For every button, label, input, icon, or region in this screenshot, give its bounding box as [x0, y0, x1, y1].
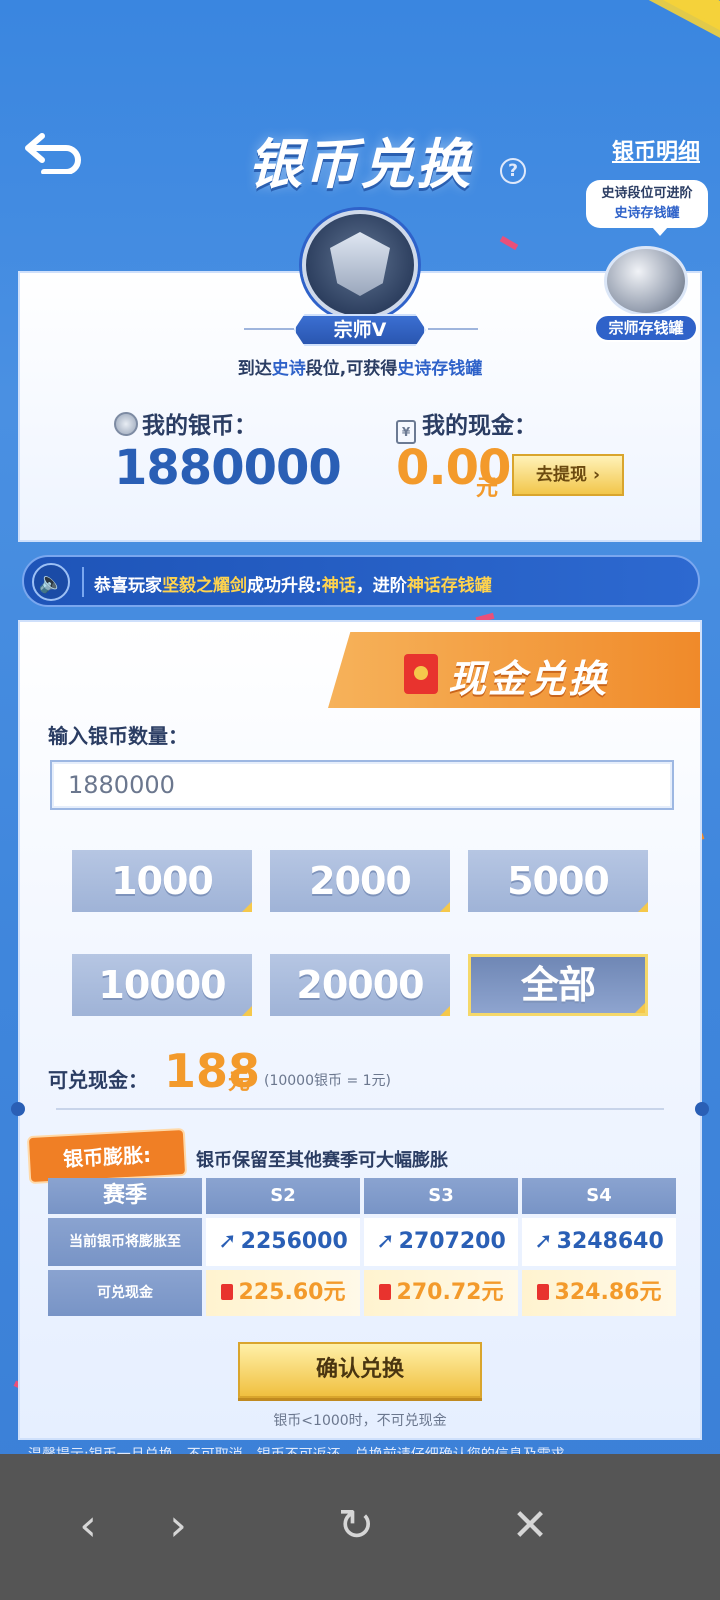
confetti-decoration [499, 235, 519, 251]
table-cell-inflated-s2: ➚ 2256000 [206, 1218, 360, 1266]
silver-label-text: 我的银币： [142, 413, 257, 439]
ticker-reward: 神话存钱罐 [406, 576, 492, 596]
amount-button-2000[interactable]: 2000 [270, 850, 450, 912]
divider-dot-left [11, 1102, 25, 1116]
speaker-icon: 🔈 [32, 563, 70, 601]
rank-name: 宗师V [294, 314, 426, 346]
inflation-badge: 银币膨胀: [26, 1127, 188, 1185]
close-icon[interactable]: ✕ [500, 1496, 560, 1556]
divider-dot-right [695, 1102, 709, 1116]
redeemable-cash-unit: 元 [228, 1070, 251, 1095]
red-packet-mini-icon [220, 1284, 233, 1300]
warm-tip-text: 温馨提示:银币一旦兑换，不可取消，银币不可返还，兑换前请仔细确认您的信息及需求。 [28, 1444, 718, 1454]
amount-button-5000[interactable]: 5000 [468, 850, 648, 912]
announcement-ticker: 🔈 恭喜玩家坚毅之耀剑成功升段:神话，进阶神话存钱罐 [22, 555, 700, 607]
minimum-note: 银币<1000时，不可兑现金 [273, 1413, 447, 1429]
inflated-value-s4: 3248640 [556, 1229, 664, 1254]
cash-balance-label: ¥ 我的现金： [396, 406, 537, 444]
silver-detail-link[interactable]: 银币明细 [612, 134, 700, 166]
rank-description: 到达史诗段位,可获得史诗存钱罐 [0, 354, 720, 379]
table-cell-inflated-s3: ➚ 2707200 [364, 1218, 518, 1266]
up-arrow-icon: ➚ [218, 1229, 237, 1254]
rank-decoration-left [244, 328, 294, 330]
redeemable-cash-label: 可兑现金： [48, 1068, 148, 1092]
rank-desc-prefix: 到达 [237, 359, 272, 379]
amount-button-1000[interactable]: 1000 [72, 850, 252, 912]
table-cell-inflated-s4: ➚ 3248640 [522, 1218, 676, 1266]
amount-button-10000[interactable]: 10000 [72, 954, 252, 1016]
corner-stripe-decoration [560, 0, 720, 60]
red-packet-icon [404, 654, 438, 694]
tip-line-1: 史诗段位可进阶 [601, 186, 693, 201]
silver-balance-label: 我的银币： [114, 406, 257, 440]
help-icon[interactable]: ? [500, 158, 526, 184]
rank-emblem-icon [302, 210, 418, 320]
withdraw-button[interactable]: 去提现 › [512, 454, 624, 496]
table-row-label-inflated: 当前银币将膨胀至 [48, 1218, 202, 1266]
inflation-description: 银币保留至其他赛季可大幅膨胀 [196, 1150, 448, 1171]
ticker-part1: 恭喜玩家 [94, 576, 162, 596]
up-arrow-icon: ➚ [376, 1229, 395, 1254]
ticker-part2: 成功升段: [247, 576, 322, 596]
piggy-bank-icon[interactable] [604, 246, 688, 316]
ticker-player: 坚毅之耀剑 [162, 576, 247, 596]
table-cell-cash-s4: 324.86元 [522, 1270, 676, 1316]
table-cell-cash-s3: 270.72元 [364, 1270, 518, 1316]
table-header-s3: S3 [364, 1178, 518, 1214]
cash-unit: 元 [476, 476, 499, 501]
coin-input-label: 输入银币数量： [48, 724, 188, 748]
rank-decoration-right [428, 328, 478, 330]
piggy-bank-label[interactable]: 宗师存钱罐 [594, 314, 698, 342]
amount-button-20000[interactable]: 20000 [270, 954, 450, 1016]
cash-exchange-title: 现金兑换 [448, 657, 609, 701]
ticker-text: 恭喜玩家坚毅之耀剑成功升段:神话，进阶神话存钱罐 [94, 571, 492, 596]
browser-nav-bar: ‹ › ↻ ✕ [0, 1454, 720, 1600]
exchange-rate-note: (10000银币 = 1元) [264, 1073, 391, 1089]
page-header: 银币兑换 ? 银币明细 [0, 118, 720, 196]
nav-forward-icon[interactable]: › [148, 1496, 208, 1556]
table-header-s4: S4 [522, 1178, 676, 1214]
cash-value-s3: 270.72元 [396, 1280, 504, 1305]
rank-desc-mid: 段位,可获得 [305, 359, 398, 379]
cash-value-s4: 324.86元 [554, 1280, 662, 1305]
cash-label-text: 我的现金： [422, 413, 537, 439]
refresh-icon[interactable]: ↻ [326, 1496, 386, 1556]
rank-desc-highlight: 史诗 [271, 359, 306, 379]
ticker-divider [82, 567, 84, 597]
inflated-value-s3: 2707200 [398, 1229, 506, 1254]
cash-value-s2: 225.60元 [238, 1280, 346, 1305]
nav-back-icon[interactable]: ‹ [58, 1496, 118, 1556]
confirm-exchange-button[interactable]: 确认兑换 [238, 1342, 482, 1398]
coin-amount-input[interactable] [50, 760, 674, 810]
ticker-part3: ，进阶 [355, 576, 407, 596]
red-packet-mini-icon [536, 1284, 549, 1300]
table-cell-cash-s2: 225.60元 [206, 1270, 360, 1316]
tip-line-2: 史诗存钱罐 [614, 206, 680, 221]
rank-desc-reward: 史诗存钱罐 [397, 359, 483, 379]
inflated-value-s2: 2256000 [240, 1229, 348, 1254]
table-header-s2: S2 [206, 1178, 360, 1214]
rank-tip-bubble: 史诗段位可进阶 史诗存钱罐 [586, 180, 708, 236]
table-header-season: 赛季 [48, 1178, 202, 1214]
amount-button-all[interactable]: 全部 [468, 954, 648, 1016]
section-divider [56, 1108, 664, 1110]
up-arrow-icon: ➚ [534, 1229, 553, 1254]
ticker-rank: 神话 [321, 576, 356, 596]
silver-coin-icon [114, 412, 138, 436]
table-row-label-cash: 可兑现金 [48, 1270, 202, 1316]
silver-balance-value: 1880000 [114, 440, 342, 496]
red-packet-mini-icon [378, 1284, 391, 1300]
